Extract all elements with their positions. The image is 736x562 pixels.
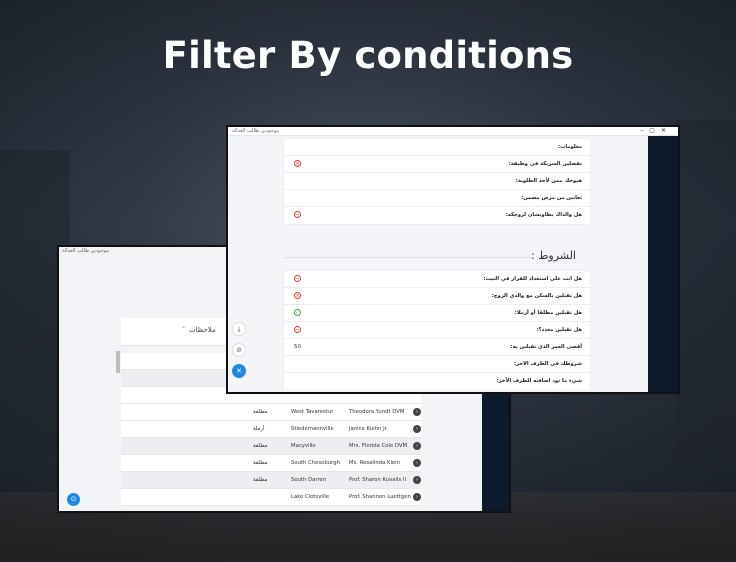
name-cell: Mrs. Florida Cole DVM — [349, 443, 408, 449]
nav-panel — [482, 393, 509, 511]
city-cell: Stiedemannville — [291, 426, 334, 432]
nav-sidebar — [648, 136, 678, 392]
question-label: هل تقبلين معدد؟: — [536, 327, 582, 333]
question-label: معلومات: — [558, 144, 582, 150]
minus-icon: − — [294, 275, 301, 282]
question-row: هل انت على استعداد للقرار في البيت: − — [284, 271, 590, 288]
marital-status: مطلقة — [253, 460, 268, 466]
divider — [284, 257, 532, 258]
question-label: شيء ما تود اضافته للطرف الآخر: — [496, 378, 582, 384]
question-row: معلومات: — [284, 139, 590, 156]
question-row: هل تقبلين بالسكن مع والدي الزوج: × — [284, 288, 590, 305]
name-cell: Theodora Yundt DVM — [349, 409, 405, 415]
question-row: هل تقبلين معدد؟: − — [284, 322, 590, 339]
question-row: أقصى العمر الذي تقبلين به: 50 — [284, 339, 590, 356]
answer-value: 50 — [294, 344, 301, 350]
question-label: هيوحك ممن لأخذ الطلوبة: — [515, 178, 582, 184]
info-card: معلومات: تفضلين الشريكة في وظيفة: × هيوحك م… — [284, 139, 590, 224]
name-cell: Janice Kiehn Jr. — [349, 426, 389, 432]
section-title: الشروط : — [531, 249, 576, 262]
question-label: تفضلين الشريكة في وظيفة: — [508, 161, 582, 167]
reject-icon: × — [294, 292, 301, 299]
action-buttons: ⤓ ⊘ ✕ — [232, 322, 252, 385]
question-row: هل والداك بطاونشان لزوجكة: − — [284, 207, 590, 224]
table-row[interactable]: مطلقة West Tavarestur Theodora Yundt DVM › — [121, 404, 421, 421]
question-row: تفضلين الشريكة في وظيفة: × — [284, 156, 590, 173]
city-cell: South Cheseburgh — [291, 460, 340, 466]
front-window-titlebar: موجودين طالب العدالة –▢✕ — [228, 127, 678, 136]
table-row[interactable]: Lake Clotsville Prof. Shannon Luettgen › — [121, 489, 421, 506]
sort-caret-icon[interactable]: ⌃ — [181, 326, 186, 333]
marital-status: مطلقة — [253, 409, 268, 415]
reject-icon: × — [294, 160, 301, 167]
scrollbar[interactable] — [116, 351, 120, 373]
filter-fab-icon[interactable]: ⊙ — [67, 493, 80, 506]
background-right — [676, 120, 736, 470]
marital-status: أرملة — [253, 426, 265, 432]
open-row-icon[interactable]: › — [413, 459, 421, 467]
open-row-icon[interactable]: › — [413, 408, 421, 416]
window-controls[interactable]: –▢✕ — [640, 127, 672, 134]
download-icon[interactable]: ⤓ — [232, 322, 246, 336]
open-row-icon[interactable]: › — [413, 442, 421, 450]
table-row[interactable]: مطلقة South Darren Prof. Sharon Kuvalis II… — [121, 472, 421, 489]
name-cell: Prof. Sharon Kuvalis II — [349, 477, 407, 483]
question-row: هل تقبلين مطلقا أو أرملا: ✓ — [284, 305, 590, 322]
notes-column-header[interactable]: ملاحظات — [189, 326, 216, 334]
table-row[interactable]: أرملة Stiedemannville Janice Kiehn Jr. › — [121, 421, 421, 438]
question-label: تعانين من مرض مضمن: — [521, 195, 582, 201]
table-row[interactable]: مطلقة South Cheseburgh Ms. Rosalinda Klein… — [121, 455, 421, 472]
city-cell: Lake Clotsville — [291, 494, 330, 500]
name-cell: Ms. Rosalinda Klein — [349, 460, 401, 466]
check-icon: ✓ — [294, 309, 301, 316]
question-row: شيء ما تود اضافته للطرف الآخر: — [284, 373, 590, 390]
front-window: موجودين طالب العدالة –▢✕ معلومات: تفضلين … — [226, 125, 680, 394]
city-cell: South Darren — [291, 477, 327, 483]
close-icon[interactable]: ✕ — [232, 364, 246, 378]
front-window-title: موجودين طالب العدالة — [232, 128, 280, 134]
open-row-icon[interactable]: › — [413, 425, 421, 433]
question-row: هيوحك ممن لأخذ الطلوبة: — [284, 173, 590, 190]
question-label: هل انت على استعداد للقرار في البيت: — [483, 276, 582, 282]
question-label: شروطك في الطرف الاخر: — [513, 361, 582, 367]
question-label: أقصى العمر الذي تقبلين به: — [510, 344, 582, 350]
marital-status: مطلقة — [253, 477, 268, 483]
question-row: تعانين من مرض مضمن: — [284, 190, 590, 207]
marital-status: مطلقة — [253, 443, 268, 449]
city-cell: Macyville — [291, 443, 316, 449]
name-cell: Prof. Shannon Luettgen — [349, 494, 411, 500]
minus-icon: − — [294, 326, 301, 333]
question-label: هل تقبلين مطلقا أو أرملا: — [514, 310, 582, 316]
question-row: شروطك في الطرف الاخر: — [284, 356, 590, 373]
city-cell: West Tavarestur — [291, 409, 334, 415]
profile-panel: معلومات: تفضلين الشريكة في وظيفة: × هيوحك م… — [228, 136, 648, 392]
conditions-card: هل انت على استعداد للقرار في البيت: − هل ت… — [284, 271, 590, 390]
open-row-icon[interactable]: › — [413, 493, 421, 501]
back-window-title: موجودين طالب العدالة — [62, 248, 110, 254]
block-icon[interactable]: ⊘ — [232, 343, 246, 357]
table-row[interactable]: مطلقة Macyville Mrs. Florida Cole DVM › — [121, 438, 421, 455]
headline: Filter By conditions — [162, 34, 574, 77]
open-row-icon[interactable]: › — [413, 476, 421, 484]
question-label: هل تقبلين بالسكن مع والدي الزوج: — [491, 293, 582, 299]
question-label: هل والداك بطاونشان لزوجكة: — [505, 212, 582, 218]
minus-icon: − — [294, 211, 301, 218]
conditions-section: الشروط : — [284, 248, 590, 266]
